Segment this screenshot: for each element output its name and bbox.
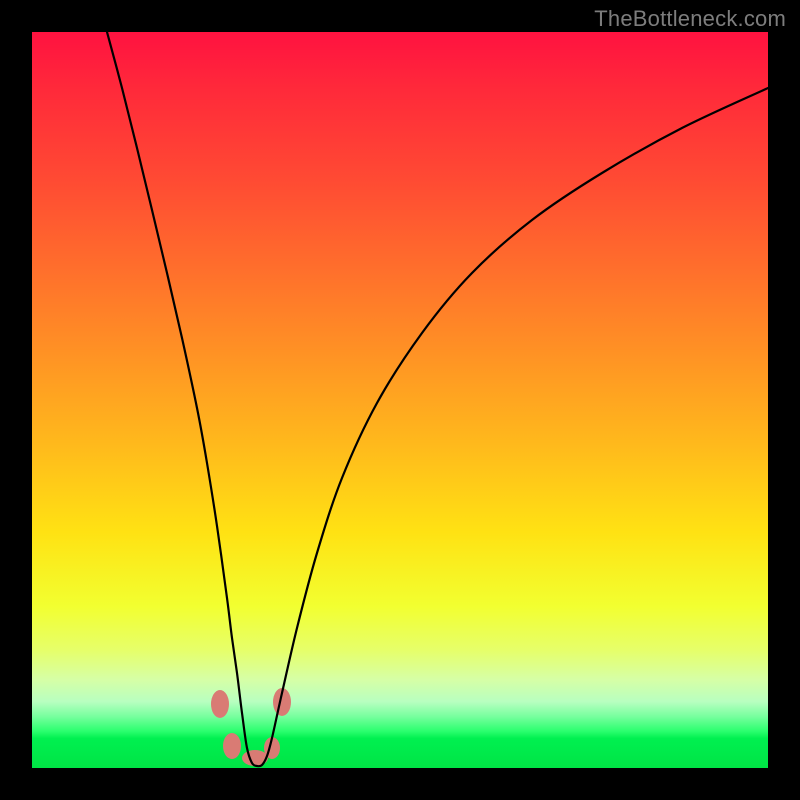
- plot-area: [32, 32, 768, 768]
- watermark-text: TheBottleneck.com: [594, 6, 786, 32]
- bottleneck-curve: [107, 32, 768, 766]
- curve-layer: [32, 32, 768, 768]
- marker-group: [211, 688, 291, 766]
- cluster-left-lower: [223, 733, 241, 759]
- cluster-left-upper: [211, 690, 229, 718]
- chart-outer-frame: TheBottleneck.com: [0, 0, 800, 800]
